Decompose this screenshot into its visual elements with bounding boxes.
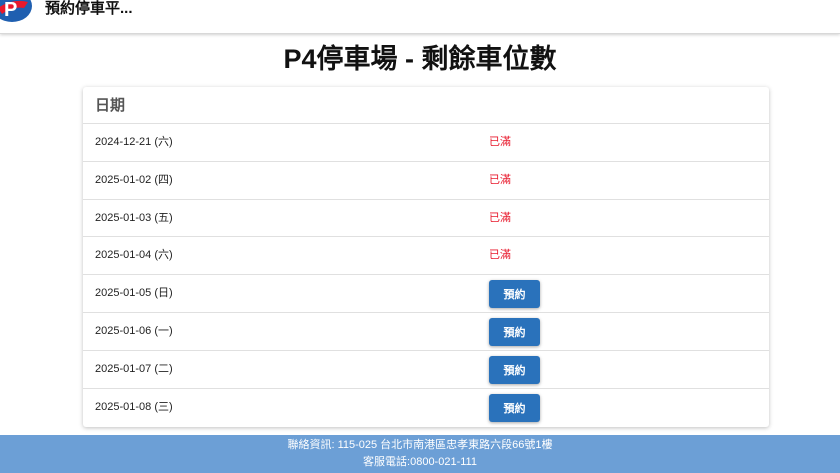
table-row: 2024-12-21 (六) 已滿 [83,124,769,162]
book-button[interactable]: 預約 [489,280,540,309]
row-date: 2024-12-21 (六) [95,136,173,148]
brand-logo-icon[interactable]: P [0,0,40,26]
table-row: 2025-01-02 (四) 已滿 [83,162,769,200]
row-date: 2025-01-07 (二) [95,362,173,375]
status-full: 已滿 [489,136,511,148]
footer: 聯絡資訊: 115-025 台北市南港區忠孝東路六段66號1樓 客服電話:080… [0,435,840,473]
status-full: 已滿 [489,211,511,224]
table-row: 2025-01-04 (六) 已滿 [83,237,769,276]
book-button[interactable]: 預約 [489,355,540,384]
table-row: 2025-01-03 (五) 已滿 [83,200,769,238]
table-row: 2025-01-05 (日) 預約 [83,275,769,313]
row-date: 2025-01-06 (一) [95,324,173,337]
svg-text:P: P [4,0,17,21]
status-full: 已滿 [489,173,511,186]
table-row: 2025-01-06 (一) 預約 [83,313,769,351]
app-name: 預約停車平... [45,0,133,17]
book-button[interactable]: 預約 [489,393,540,422]
availability-table: 日期 2024-12-21 (六) 已滿 2025-01-02 (四) 已滿 2… [83,87,769,427]
table-header-date: 日期 [83,87,769,124]
row-date: 2025-01-02 (四) [95,173,173,186]
top-bar: P 預約停車平... [0,0,840,34]
table-row: 2025-01-08 (三) 預約 [83,389,769,427]
row-date: 2025-01-08 (三) [95,400,173,413]
book-button[interactable]: 預約 [489,317,540,346]
table-row: 2025-01-07 (二) 預約 [83,351,769,389]
status-full: 已滿 [489,249,511,262]
footer-phone: 客服電話:0800-021-111 [363,456,477,468]
row-date: 2025-01-05 (日) [95,287,173,300]
page-title: P4停車場 - 剩餘車位數 [283,44,557,74]
row-date: 2025-01-03 (五) [95,211,173,224]
row-date: 2025-01-04 (六) [95,249,173,262]
footer-contact: 聯絡資訊: 115-025 台北市南港區忠孝東路六段66號1樓 [287,439,553,451]
